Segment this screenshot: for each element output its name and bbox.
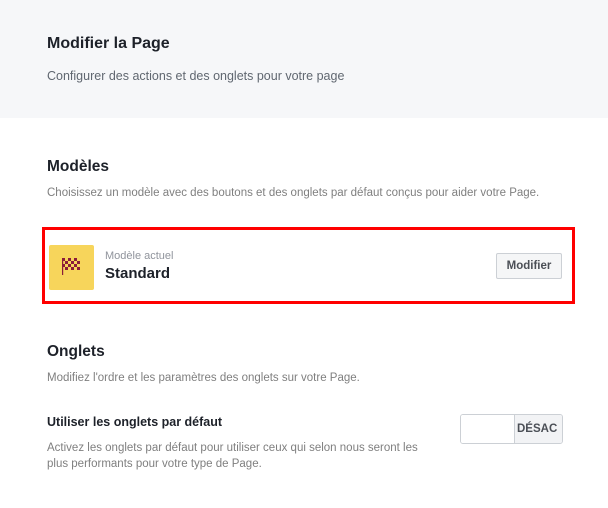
current-template-name: Standard (105, 265, 171, 282)
current-template-card: Modèle actuel Standard Modifier (42, 227, 575, 304)
tabs-section-description: Modifiez l'ordre et les paramètres des o… (47, 372, 360, 384)
default-tabs-description: Activez les onglets par défaut pour util… (47, 442, 418, 470)
checkered-flag-icon (62, 258, 80, 275)
default-tabs-toggle[interactable]: DÉSAC (460, 414, 563, 444)
page-header: Modifier la Page Configurer des actions … (0, 0, 608, 118)
toggle-knob (461, 415, 515, 443)
tabs-section-title: Onglets (47, 343, 105, 360)
template-thumbnail (49, 245, 94, 290)
current-template-caption: Modèle actuel (105, 250, 174, 262)
templates-section-description: Choisissez un modèle avec des boutons et… (47, 187, 540, 199)
templates-section-title: Modèles (47, 158, 110, 175)
page-title: Modifier la Page (47, 35, 170, 52)
toggle-state-label: DÉSAC (515, 415, 562, 443)
default-tabs-title: Utiliser les onglets par défaut (47, 415, 223, 429)
modify-template-button[interactable]: Modifier (496, 253, 562, 279)
page-subtitle: Configurer des actions et des onglets po… (47, 69, 345, 83)
